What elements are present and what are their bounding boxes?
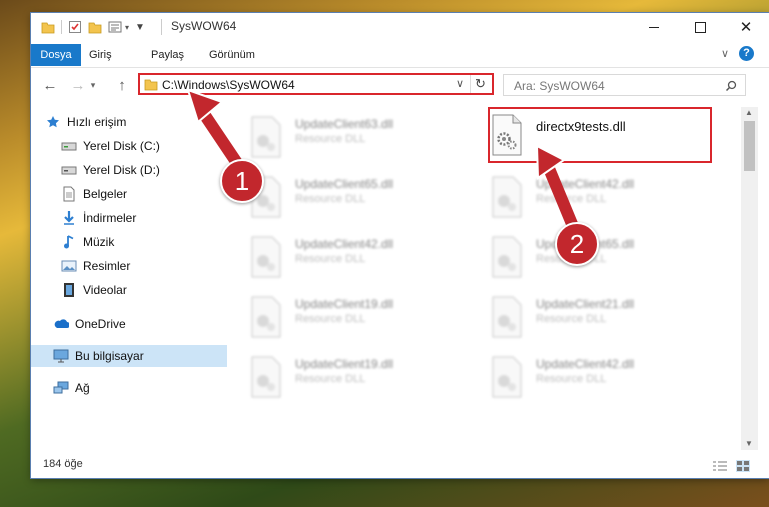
arrow-1-head [186, 88, 224, 124]
step-badge-2: 2 [555, 222, 599, 266]
step-badge-1: 1 [220, 159, 264, 203]
annotation-overlay [186, 88, 583, 242]
